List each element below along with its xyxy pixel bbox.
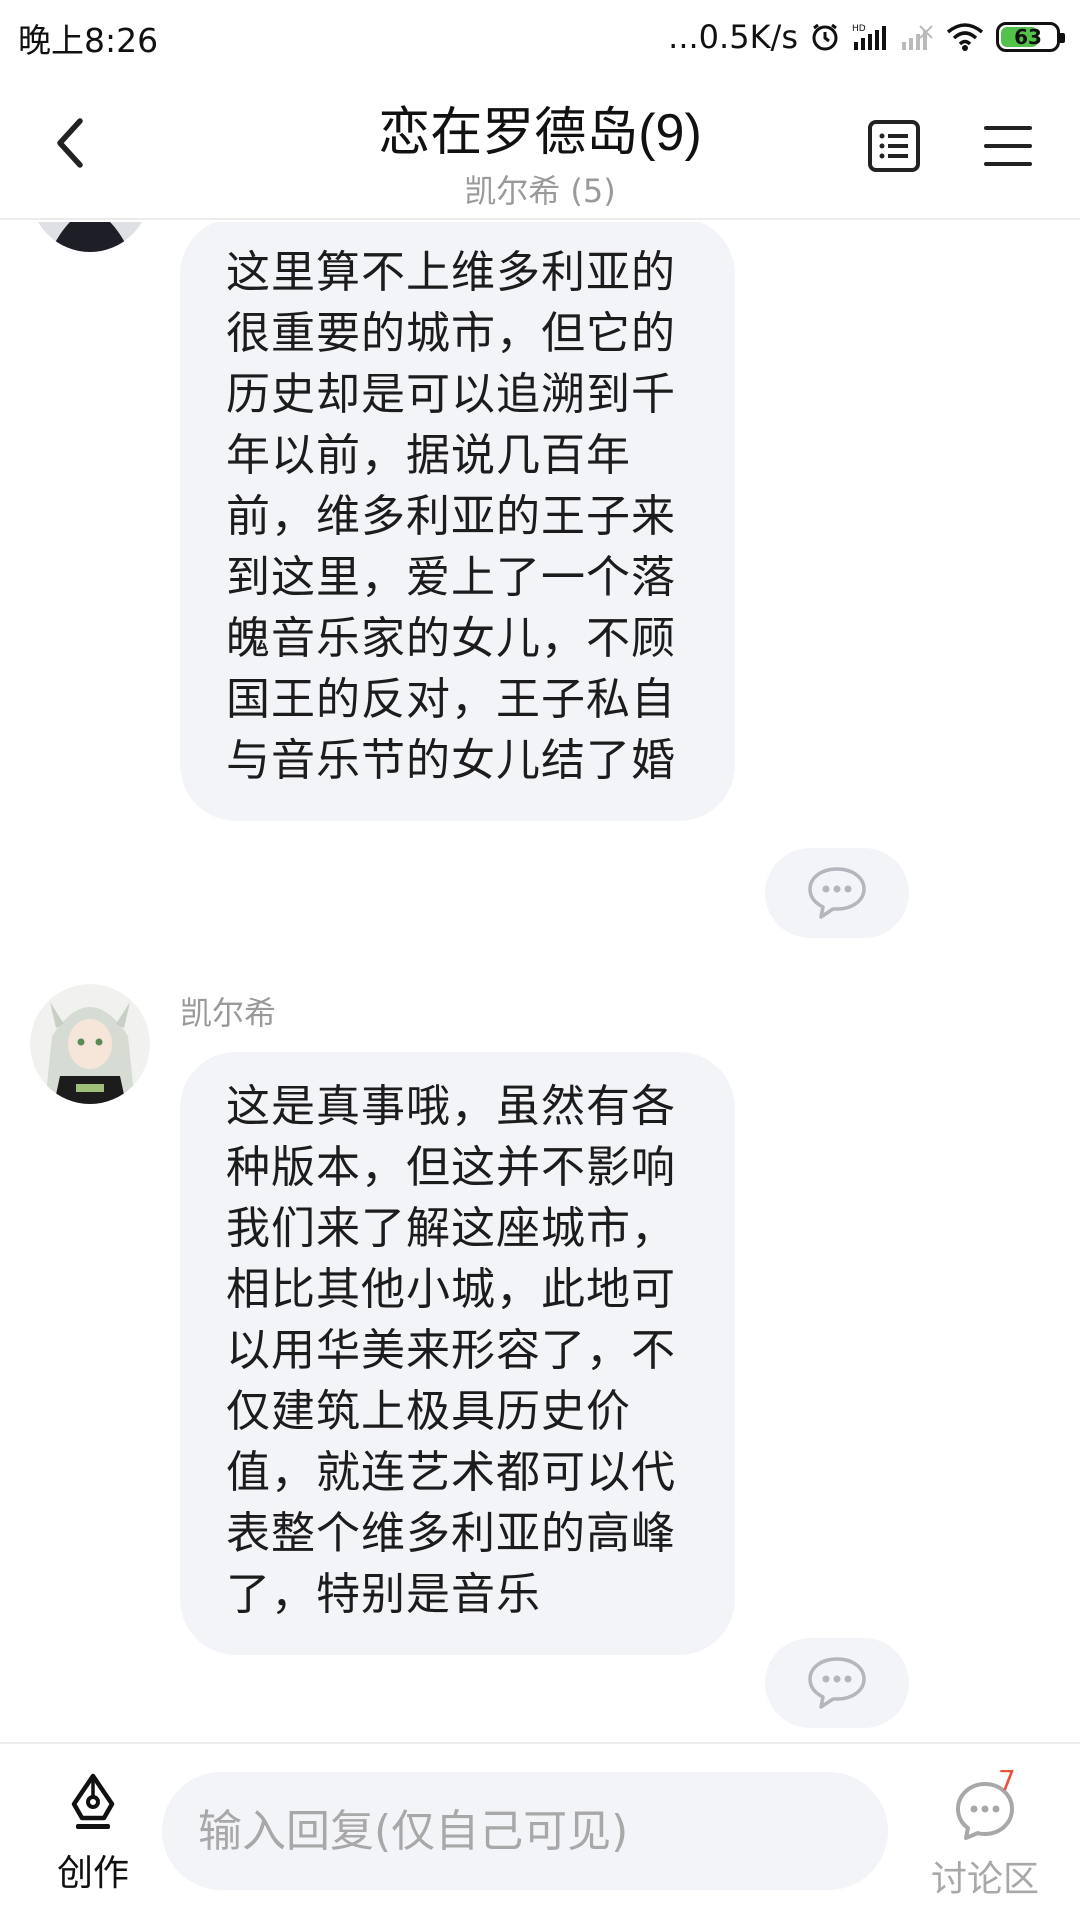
discussion-count-badge: 7 [998,1764,1016,1797]
status-bar: 晚上8:26 ...0.5K/s HD 63 [0,0,1080,74]
status-indicators: ...0.5K/s HD 63 [668,12,1065,62]
create-button[interactable]: 创作 [40,1772,146,1902]
message-bubble: 这是真事哦，虽然有各种版本，但这并不影响我们来了解这座城市，相比其他小城，此地可… [180,1052,735,1655]
wifi-icon [946,22,984,52]
discussion-button[interactable]: 7 讨论区 [920,1764,1050,1904]
avatar[interactable] [30,984,150,1104]
battery-icon: 63 [996,22,1065,52]
message-comment-button[interactable] [765,1638,909,1728]
battery-level: 63 [1014,25,1042,49]
signal-weak-icon [900,22,934,52]
avatar[interactable] [30,222,150,252]
menu-button[interactable] [980,118,1036,174]
message-bubble: 这里算不上维多利亚的很重要的城市，但它的历史却是可以追溯到千年以前，据说几百年前… [180,222,735,821]
svg-text:HD: HD [852,24,866,34]
pen-nib-icon [71,1773,115,1829]
status-time: 晚上8:26 [18,21,159,60]
signal-hd-icon: HD [852,22,888,52]
comment-bubble-icon [808,1657,866,1709]
catalog-button[interactable] [866,118,922,174]
chat-message-list[interactable]: 这里算不上维多利亚的很重要的城市，但它的历史却是可以追溯到千年以前，据说几百年前… [0,222,1080,1742]
message-comment-button[interactable] [765,848,909,938]
create-label: 创作 [56,1853,129,1894]
hamburger-menu-icon [984,126,1032,166]
reply-input[interactable] [162,1772,888,1890]
alarm-icon [810,22,840,52]
network-speed: ...0.5K/s [668,18,798,56]
discussion-label: 讨论区 [930,1859,1039,1900]
sender-name: 凯尔希 [180,994,277,1032]
chat-header: 恋在罗德岛(9) 凯尔希 (5) [0,74,1080,220]
comment-bubble-icon [808,867,866,919]
bottom-bar: 创作 7 讨论区 [0,1742,1080,1920]
catalog-list-icon [868,120,920,172]
battery-cap [1060,33,1065,43]
